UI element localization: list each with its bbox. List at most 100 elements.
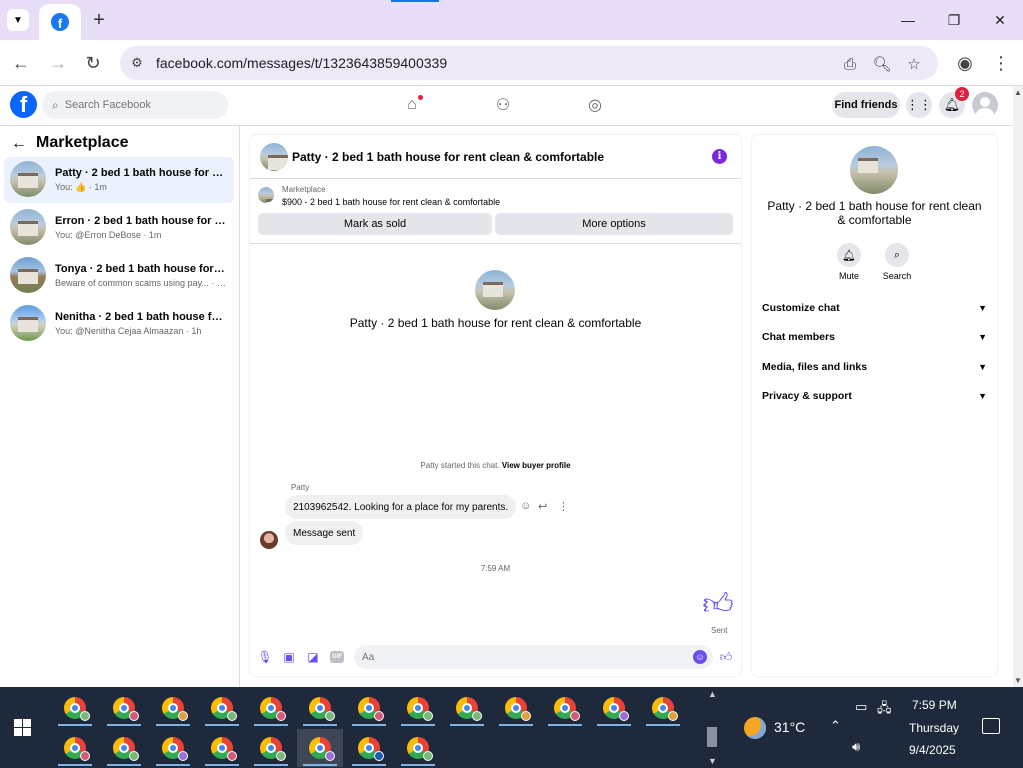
reply-icon[interactable]: ↩	[538, 500, 547, 513]
sender-avatar[interactable]	[260, 531, 278, 549]
conversation-item[interactable]: Tonya · 2 bed 1 bath house for rent clea…	[4, 253, 234, 299]
sticker-icon[interactable]: ◪	[305, 649, 321, 665]
network-icon[interactable]: 🖧︎	[877, 699, 892, 721]
url-text[interactable]: facebook.com/messages/t/1323643859400339	[156, 55, 447, 71]
chat-header-thumbnail[interactable]	[260, 143, 288, 171]
tab-facebook[interactable]: f	[39, 4, 81, 40]
taskbar-chrome-window[interactable]	[150, 689, 196, 727]
notification-center-icon[interactable]	[982, 718, 1000, 734]
taskbar-scroll-thumb[interactable]	[707, 727, 717, 747]
taskbar-chrome-window[interactable]	[493, 689, 539, 727]
taskbar-chrome-window[interactable]	[150, 729, 196, 767]
taskbar-chrome-window[interactable]	[101, 729, 147, 767]
groups-nav-icon[interactable]: ◎	[585, 95, 605, 115]
message-composer[interactable]	[354, 645, 713, 669]
browser-menu-button[interactable]: ⋮	[988, 50, 1014, 76]
message-bubble[interactable]: Message sent	[285, 521, 364, 545]
zoom-icon[interactable]: 🔍︎	[872, 54, 892, 74]
weather-icon[interactable]	[744, 717, 766, 739]
site-info-icon[interactable]: ⚙	[128, 54, 146, 72]
temperature[interactable]: 31°C	[774, 719, 805, 735]
taskbar-chrome-window[interactable]	[542, 689, 588, 727]
search-button[interactable]: ⌕	[885, 243, 909, 267]
clock-date[interactable]: 9/4/2025	[909, 743, 956, 757]
chevron-down-icon[interactable]: ▼	[708, 756, 717, 766]
view-buyer-profile-link[interactable]: View buyer profile	[502, 461, 571, 470]
photo-icon[interactable]: ▣	[281, 649, 297, 665]
taskbar-chrome-window[interactable]	[199, 689, 245, 727]
chevron-up-icon[interactable]: ▲	[708, 689, 717, 699]
menu-grid-button[interactable]: ⋮⋮	[906, 92, 932, 118]
back-arrow-icon[interactable]: ←	[11, 135, 27, 153]
close-window-button[interactable]: ✕	[977, 6, 1023, 34]
microphone-icon[interactable]: 🎙︎	[257, 649, 273, 665]
windows-start-icon[interactable]	[14, 719, 31, 736]
chevron-up-icon[interactable]: ⌃	[830, 718, 841, 734]
search-input[interactable]	[64, 99, 215, 111]
message-bubble[interactable]: 2103962542. Looking for a place for my p…	[285, 495, 517, 519]
taskbar-chrome-window[interactable]	[395, 729, 441, 767]
install-app-icon[interactable]: ⎙	[840, 54, 860, 74]
emoji-icon[interactable]: ☺	[693, 650, 707, 664]
taskbar-scroller[interactable]: ▲ ▼	[705, 687, 719, 768]
clock-time[interactable]: 7:59 PM	[912, 698, 957, 712]
mark-as-sold-button[interactable]: Mark as sold	[258, 213, 492, 235]
section-chat-members[interactable]: Chat members ▼	[762, 328, 987, 346]
find-friends-button[interactable]: Find friends	[832, 92, 900, 118]
section-customize-chat[interactable]: Customize chat ▼	[762, 299, 987, 317]
profile-button[interactable]: ◉	[952, 50, 978, 76]
conversation-item[interactable]: Erron · 2 bed 1 bath house for rent clea…	[4, 205, 234, 251]
taskbar-chrome-window[interactable]	[248, 729, 294, 767]
friends-nav-icon[interactable]: ⚇	[493, 95, 513, 115]
restore-button[interactable]: ❐	[931, 6, 977, 34]
react-icon[interactable]: ☺	[520, 500, 531, 512]
clock-day[interactable]: Thursday	[909, 721, 959, 735]
mute-button[interactable]: 🔔︎	[837, 243, 861, 267]
conversation-item[interactable]: Patty · 2 bed 1 bath house for rent clea…	[4, 157, 234, 203]
search-icon: ⌕	[52, 97, 59, 112]
taskbar-chrome-window[interactable]	[346, 729, 392, 767]
like-send-icon[interactable]: 👍︎	[718, 649, 734, 665]
back-button[interactable]: ←	[8, 50, 34, 76]
taskbar-chrome-window[interactable]	[52, 689, 98, 727]
facebook-search[interactable]: ⌕	[42, 91, 228, 119]
taskbar-chrome-window[interactable]	[640, 689, 686, 727]
taskbar-chrome-window-active[interactable]	[297, 729, 343, 767]
reload-button[interactable]: ↻	[80, 50, 106, 76]
facebook-logo-icon[interactable]: f	[10, 91, 37, 118]
taskbar-chrome-window[interactable]	[346, 689, 392, 727]
listing-price[interactable]: $900 - 2 bed 1 bath house for rent clean…	[282, 197, 500, 207]
info-icon[interactable]: i	[712, 149, 727, 164]
forward-button[interactable]: →	[45, 50, 71, 76]
chevron-down-icon: ▼	[978, 391, 987, 401]
new-tab-button[interactable]: +	[88, 9, 110, 31]
taskbar-chrome-window[interactable]	[101, 689, 147, 727]
taskbar-chrome-window[interactable]	[444, 689, 490, 727]
chat-title[interactable]: Patty · 2 bed 1 bath house for rent clea…	[292, 150, 604, 164]
page-scrollbar[interactable]: ▲ ▼	[1013, 86, 1023, 687]
minimize-button[interactable]: —	[885, 6, 931, 34]
volume-icon[interactable]: 🔊︎	[852, 739, 860, 755]
account-avatar[interactable]	[972, 92, 998, 118]
taskbar-chrome-window[interactable]	[52, 729, 98, 767]
gif-icon[interactable]: GIF	[330, 651, 344, 663]
tab-search-button[interactable]: ▼	[7, 9, 29, 31]
message-input[interactable]	[362, 651, 682, 663]
scroll-down-icon[interactable]: ▼	[1014, 676, 1022, 685]
more-options-button[interactable]: More options	[495, 213, 733, 235]
meet-now-icon[interactable]: ▭	[855, 699, 867, 715]
taskbar-chrome-window[interactable]	[395, 689, 441, 727]
chat-started-notice: Patty started this chat. View buyer prof…	[250, 461, 741, 470]
section-label: Privacy & support	[762, 390, 852, 402]
section-privacy-support[interactable]: Privacy & support ▼	[762, 387, 987, 405]
address-bar[interactable]: ⚙ facebook.com/messages/t/13236438594003…	[120, 46, 938, 80]
conversation-item[interactable]: Nenitha · 2 bed 1 bath house for rent cl…	[4, 301, 234, 347]
more-vertical-icon[interactable]: ⋮	[558, 500, 569, 513]
taskbar-chrome-window[interactable]	[248, 689, 294, 727]
taskbar-chrome-window[interactable]	[199, 729, 245, 767]
bookmark-star-icon[interactable]: ☆	[904, 54, 924, 74]
taskbar-chrome-window[interactable]	[591, 689, 637, 727]
taskbar-chrome-window[interactable]	[297, 689, 343, 727]
section-media-files-links[interactable]: Media, files and links ▼	[762, 358, 987, 376]
scroll-up-icon[interactable]: ▲	[1014, 88, 1022, 97]
